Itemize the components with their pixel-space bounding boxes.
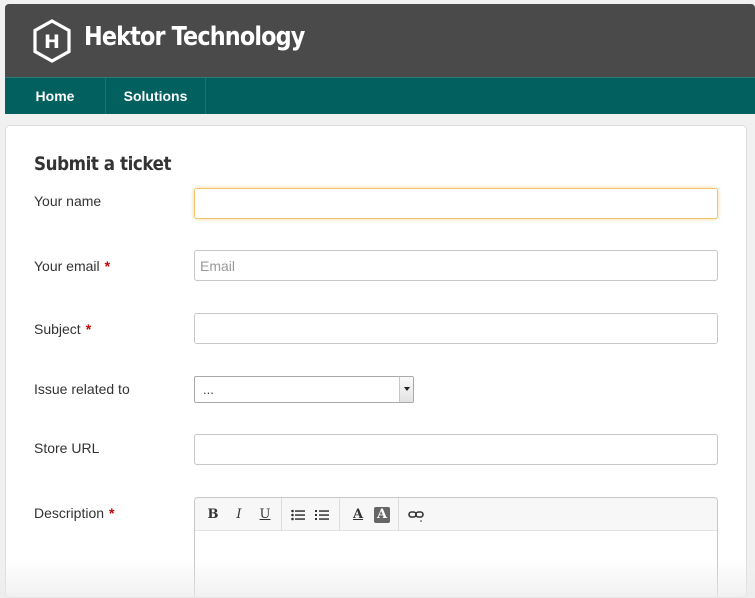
description-label: Description * bbox=[34, 505, 114, 521]
store-url-field[interactable] bbox=[194, 434, 718, 465]
subject-label: Subject * bbox=[34, 321, 91, 337]
issue-select[interactable]: ... bbox=[194, 376, 414, 403]
site-header: H Hektor Technology bbox=[5, 4, 755, 77]
name-label: Your name bbox=[34, 193, 101, 209]
ticket-form-card: Submit a ticket Your name Your email* Su… bbox=[5, 125, 747, 598]
required-marker: * bbox=[85, 321, 92, 337]
nav-item-solutions[interactable]: Solutions bbox=[106, 78, 206, 114]
page: H Hektor Technology Home Solutions Submi… bbox=[0, 0, 755, 598]
subject-field[interactable] bbox=[194, 313, 718, 344]
underline-button[interactable]: U bbox=[257, 507, 273, 523]
subject-label-text: Subject bbox=[34, 321, 81, 337]
page-title: Submit a ticket bbox=[34, 153, 172, 175]
main-nav: Home Solutions bbox=[5, 77, 755, 114]
background-color-icon[interactable]: A bbox=[374, 507, 390, 523]
editor-toolbar: B I U A A bbox=[195, 498, 717, 531]
name-field[interactable] bbox=[194, 188, 718, 219]
brand-title[interactable]: Hektor Technology bbox=[84, 22, 305, 52]
font-color-icon[interactable]: A bbox=[350, 507, 366, 523]
name-label-text: Your name bbox=[34, 193, 102, 209]
logo-letter: H bbox=[44, 31, 60, 53]
issue-label: Issue related to bbox=[34, 381, 130, 397]
email-label-text: Your email bbox=[34, 258, 100, 274]
link-icon[interactable] bbox=[408, 507, 424, 523]
required-marker: * bbox=[109, 505, 115, 521]
nav-item-home[interactable]: Home bbox=[5, 78, 106, 114]
bullet-list-icon[interactable] bbox=[290, 507, 306, 523]
format-group: B I U bbox=[195, 498, 282, 531]
dropdown-arrow-icon[interactable] bbox=[399, 377, 413, 402]
required-marker: * bbox=[104, 258, 111, 274]
description-label-text: Description bbox=[34, 505, 105, 521]
numbered-list-icon[interactable] bbox=[314, 507, 330, 523]
issue-select-value: ... bbox=[203, 382, 214, 397]
description-editor[interactable]: B I U A A bbox=[194, 497, 718, 597]
email-label: Your email * bbox=[34, 258, 110, 274]
issue-label-text: Issue related to bbox=[34, 381, 130, 397]
store-url-label-text: Store URL bbox=[34, 440, 100, 456]
store-url-label: Store URL bbox=[34, 440, 99, 456]
bold-button[interactable]: B bbox=[205, 507, 221, 523]
hektor-logo-icon[interactable]: H bbox=[31, 18, 73, 64]
link-group bbox=[399, 498, 435, 531]
italic-button[interactable]: I bbox=[231, 507, 247, 523]
email-field[interactable] bbox=[194, 250, 718, 281]
list-group bbox=[282, 498, 340, 531]
color-group: A A bbox=[340, 498, 399, 531]
